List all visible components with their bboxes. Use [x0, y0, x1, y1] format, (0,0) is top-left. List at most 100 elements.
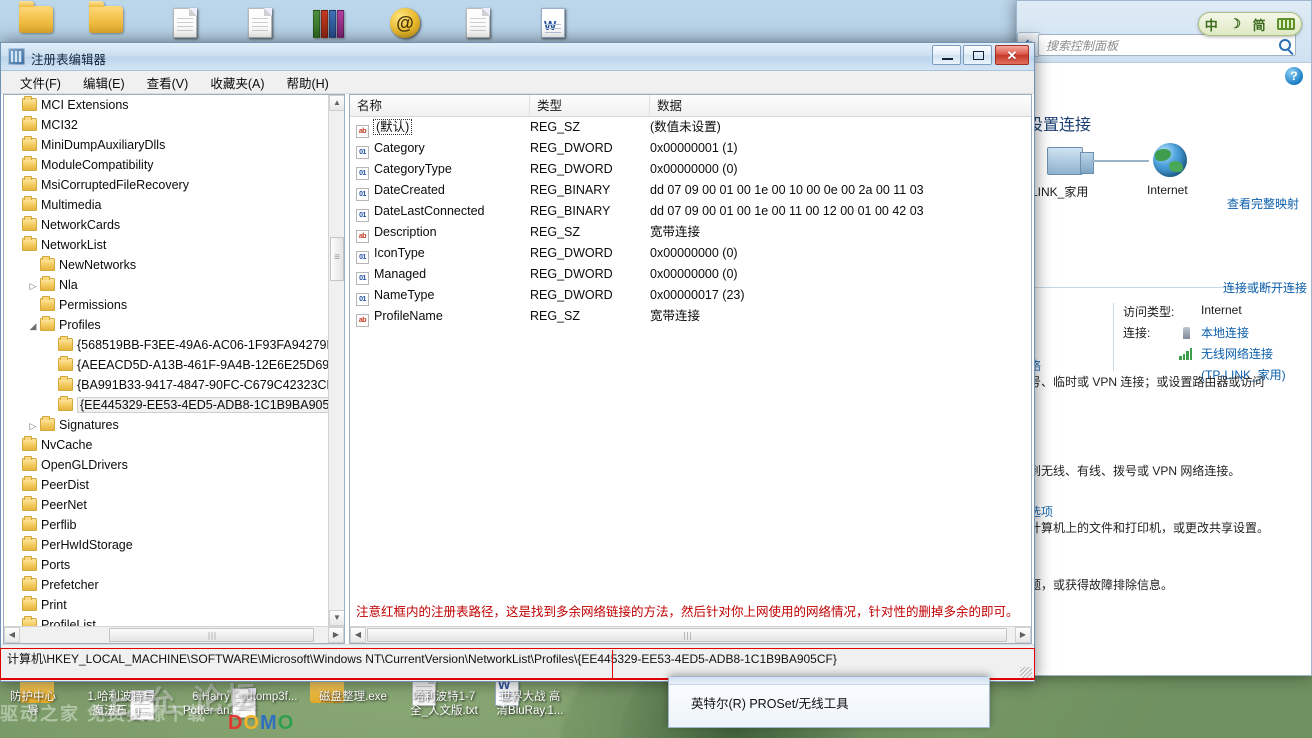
registry-values-pane[interactable]: 名称 类型 数据 ab (默认) REG_SZ (数值未设置) 01 Category RE… — [349, 94, 1032, 644]
tree-node[interactable]: Permissions — [4, 295, 328, 315]
tree-node[interactable]: Ports — [4, 555, 328, 575]
table-row[interactable]: 01 DateCreated REG_BINARY dd 07 09 00 01 00… — [350, 180, 1031, 201]
column-header-type[interactable]: 类型 — [530, 95, 650, 117]
scroll-right-icon[interactable]: ▶ — [328, 627, 344, 643]
tree-horizontal-scrollbar[interactable]: ◀ ▶ — [4, 626, 344, 643]
menu-item-file[interactable]: 文件(F) — [9, 71, 72, 94]
title-bar[interactable]: 注册表编辑器 ✕ — [1, 43, 1034, 71]
view-full-map-link[interactable]: 查看完整映射 — [1227, 195, 1299, 212]
close-button[interactable]: ✕ — [995, 45, 1029, 65]
ime-mode-icon[interactable]: 中 — [1205, 15, 1218, 34]
tree-node[interactable]: ModuleCompatibility — [4, 155, 328, 175]
table-row[interactable]: 01 DateLastConnected REG_BINARY dd 07 09 00… — [350, 201, 1031, 222]
table-row[interactable]: 01 Managed REG_DWORD 0x00000000 (0) — [350, 264, 1031, 285]
tree-node[interactable]: PerHwIdStorage — [4, 535, 328, 555]
tree-node[interactable]: Multimedia — [4, 195, 328, 215]
section-heading[interactable]: 更选项 — [1017, 503, 1305, 520]
intel-window-title: 英特尔(R) PROSet/无线工具 — [691, 697, 849, 711]
table-row[interactable]: ab (默认) REG_SZ (数值未设置) — [350, 117, 1031, 138]
tree-node[interactable]: NetworkCards — [4, 215, 328, 235]
resize-grip[interactable] — [1020, 667, 1032, 679]
desktop-icon-word-document[interactable] — [523, 8, 583, 46]
list-horizontal-scrollbar[interactable]: ◀ ▶ — [350, 626, 1031, 643]
search-input[interactable]: 搜索控制面板 — [1038, 34, 1296, 56]
folder-icon — [40, 416, 55, 431]
tree-node[interactable]: {568519BB-F3EE-49A6-AC06-1F93FA94279B} — [4, 335, 328, 355]
tree-node[interactable]: MiniDumpAuxiliaryDlls — [4, 135, 328, 155]
desktop-icon-folder[interactable] — [76, 1, 136, 41]
table-row[interactable]: 01 NameType REG_DWORD 0x00000017 (23) — [350, 285, 1031, 306]
cp-section-2: 接到无线、有线、拨号或 VPN 网络连接。 — [1017, 463, 1305, 480]
column-header-name[interactable]: 名称 — [350, 95, 530, 117]
desktop-icon-document-3[interactable] — [448, 8, 508, 46]
tree-node[interactable]: PeerDist — [4, 475, 328, 495]
tree-node[interactable]: MsiCorruptedFileRecovery — [4, 175, 328, 195]
section-heading[interactable]: 网络 — [1017, 357, 1305, 374]
tree-vertical-scrollbar[interactable]: ▲ ▼ — [328, 95, 344, 626]
tree-node[interactable]: MCI Extensions — [4, 95, 328, 115]
registry-tree-pane[interactable]: MCI Extensions MCI32 MiniDumpAuxiliaryDlls… — [3, 94, 345, 644]
desktop-icon-document-2[interactable] — [230, 8, 290, 46]
folder-icon — [76, 1, 136, 41]
label-line-1: 1.哈利波特与 — [87, 691, 155, 703]
menu-item-view[interactable]: 查看(V) — [136, 71, 200, 94]
tree-node[interactable]: NewNetworks — [4, 255, 328, 275]
scrollbar-thumb[interactable] — [367, 628, 1007, 642]
ime-language-bar[interactable]: 中 ☽ 简 — [1198, 12, 1302, 36]
local-connection-link[interactable]: 本地连接 — [1201, 324, 1249, 341]
desktop-icon-winrar[interactable] — [300, 8, 360, 46]
tree-node[interactable]: NvCache — [4, 435, 328, 455]
expander-icon[interactable]: ▷ — [26, 276, 40, 296]
desktop-icon-document-1[interactable] — [155, 8, 215, 46]
tree-node[interactable]: {BA991B33-9417-4847-90FC-C679C42323CF} — [4, 375, 328, 395]
column-header-data[interactable]: 数据 — [650, 95, 1031, 117]
table-row[interactable]: 01 IconType REG_DWORD 0x00000000 (0) — [350, 243, 1031, 264]
tree-node[interactable]: {AEEACD5D-A13B-461F-9A4B-12E6E25D698E} — [4, 355, 328, 375]
menu-item-help[interactable]: 帮助(H) — [275, 71, 339, 94]
expander-icon[interactable]: ▷ — [26, 416, 40, 436]
intel-proset-window[interactable]: 英特尔(R) PROSet/无线工具 — [668, 676, 990, 728]
tree-node[interactable]: ▷ Signatures — [4, 415, 328, 435]
tree-node[interactable]: PeerNet — [4, 495, 328, 515]
tree-node[interactable]: NetworkList — [4, 235, 328, 255]
scroll-down-icon[interactable]: ▼ — [329, 610, 344, 626]
table-row[interactable]: ab ProfileName REG_SZ 宽带连接 — [350, 306, 1031, 327]
maximize-button[interactable] — [963, 45, 992, 65]
tree-node[interactable]: ProfileList — [4, 615, 328, 626]
page-title: 设置连接 — [1027, 117, 1092, 134]
tree-node[interactable]: Prefetcher — [4, 575, 328, 595]
tree-node-label: MCI Extensions — [41, 98, 129, 112]
scrollbar-thumb[interactable] — [109, 628, 314, 642]
expander-icon[interactable]: ◢ — [26, 316, 40, 336]
scroll-right-icon[interactable]: ▶ — [1015, 627, 1031, 643]
desktop-icon-web-shortcut[interactable] — [375, 8, 435, 46]
scroll-up-icon[interactable]: ▲ — [329, 95, 344, 111]
help-icon[interactable]: ? — [1285, 67, 1303, 85]
cp-section-3: 更选项 各计算机上的文件和打印机，或更改共享设置。 — [1017, 503, 1305, 537]
tree-node[interactable]: ◢ Profiles — [4, 315, 328, 335]
tree-node[interactable]: Print — [4, 595, 328, 615]
scroll-left-icon[interactable]: ◀ — [350, 627, 366, 643]
tree-node[interactable]: Perflib — [4, 515, 328, 535]
table-row[interactable]: 01 Category REG_DWORD 0x00000001 (1) — [350, 138, 1031, 159]
tree-node-label: ModuleCompatibility — [41, 158, 154, 172]
binary-value-icon: 01 — [356, 293, 369, 306]
menu-item-edit[interactable]: 编辑(E) — [72, 71, 136, 94]
scrollbar-thumb[interactable] — [330, 237, 344, 281]
tree-node[interactable]: OpenGLDrivers — [4, 455, 328, 475]
tree-node[interactable]: MCI32 — [4, 115, 328, 135]
registry-icon — [8, 48, 25, 65]
menu-item-favorites[interactable]: 收藏夹(A) — [199, 71, 275, 94]
connect-or-disconnect-link[interactable]: 连接或断开连接 — [1223, 279, 1307, 296]
tree-node[interactable]: ▷ Nla — [4, 275, 328, 295]
tree-node[interactable]: {EE445329-EE53-4ED5-ADB8-1C1B9BA905CF} — [4, 395, 328, 415]
values-column-headers[interactable]: 名称 类型 数据 — [350, 95, 1031, 117]
keyboard-icon[interactable] — [1277, 18, 1296, 30]
ime-moon-icon[interactable]: ☽ — [1229, 16, 1241, 32]
ime-script-icon[interactable]: 简 — [1253, 15, 1266, 34]
desktop-icon-user-folder[interactable] — [6, 1, 66, 41]
scroll-left-icon[interactable]: ◀ — [4, 627, 20, 643]
table-row[interactable]: ab Description REG_SZ 宽带连接 — [350, 222, 1031, 243]
minimize-button[interactable] — [932, 45, 961, 65]
table-row[interactable]: 01 CategoryType REG_DWORD 0x00000000 (0) — [350, 159, 1031, 180]
